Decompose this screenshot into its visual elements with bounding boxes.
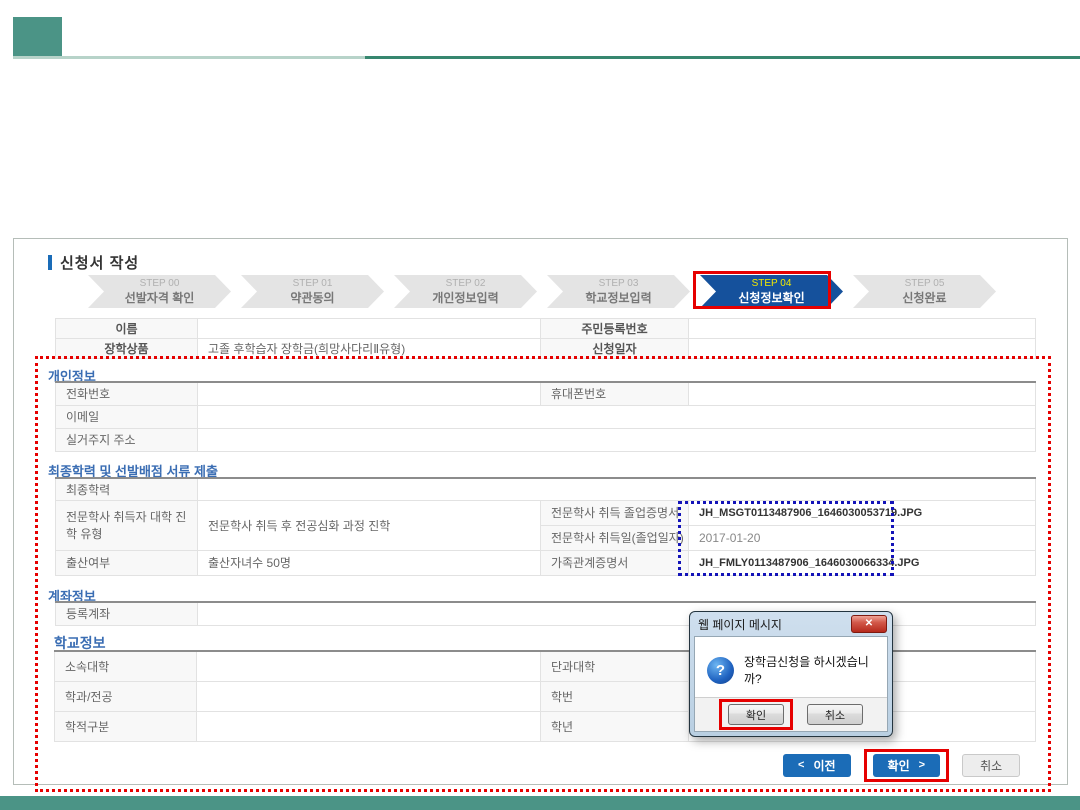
step-03-school-info: STEP 03 학교정보입력 bbox=[547, 275, 690, 308]
brand-logo-block bbox=[13, 17, 62, 59]
step-00-selection-check: STEP 00 선발자격 확인 bbox=[88, 275, 231, 308]
step-02-personal-info: STEP 02 개인정보입력 bbox=[394, 275, 537, 308]
dialog-message-row: ? 장학금신청을 하시겠습니까? bbox=[695, 637, 887, 697]
step-num: STEP 05 bbox=[905, 278, 945, 289]
table-row: 이메일 bbox=[56, 405, 1036, 428]
grad-date-label: 전문학사 취득일(졸업일자) bbox=[541, 525, 689, 550]
university-value bbox=[197, 651, 541, 681]
university-label: 소속대학 bbox=[55, 651, 197, 681]
grad-cert-filename: JH_MSGT0113487906_1646030053719.JPG bbox=[689, 500, 1036, 525]
table-row: 최종학력 bbox=[56, 478, 1036, 500]
product-value: 고졸 후학습자 장학금(희망사다리Ⅱ유형) bbox=[198, 339, 541, 359]
phone-value bbox=[198, 382, 541, 405]
annotation-red-box-dialog-ok: 확인 bbox=[719, 699, 793, 730]
family-cert-label: 가족관계증명서 bbox=[541, 550, 689, 575]
phone-label: 전화번호 bbox=[56, 382, 198, 405]
student-id-label: 학번 bbox=[541, 681, 689, 711]
previous-button[interactable]: < 이전 bbox=[783, 754, 851, 777]
form-action-buttons: < 이전 확인 > 취소 bbox=[783, 746, 1020, 784]
header-divider-light bbox=[13, 56, 365, 59]
step-num: STEP 02 bbox=[446, 278, 486, 289]
name-value bbox=[198, 319, 541, 339]
dialog-body: ? 장학금신청을 하시겠습니까? 확인 취소 bbox=[694, 636, 888, 732]
product-label: 장학상품 bbox=[56, 339, 198, 359]
step-num: STEP 04 bbox=[752, 278, 792, 289]
dialog-title: 웹 페이지 메시지 bbox=[694, 616, 782, 633]
step-progress-bar: STEP 00 선발자격 확인 STEP 01 약관동의 STEP 02 개인정… bbox=[88, 275, 996, 308]
dialog-ok-button[interactable]: 확인 bbox=[728, 704, 784, 725]
final-edu-label: 최종학력 bbox=[56, 478, 198, 500]
table-row: 전화번호 휴대폰번호 bbox=[56, 382, 1036, 405]
table-row: 전문학사 취득자 대학 진학 유형 전문학사 취득 후 전공심화 과정 진학 전… bbox=[56, 500, 1036, 525]
footer-bar bbox=[0, 796, 1080, 810]
dialog-cancel-button[interactable]: 취소 bbox=[807, 704, 863, 725]
birth-label: 출산여부 bbox=[56, 550, 198, 575]
confirm-button[interactable]: 확인 > bbox=[873, 754, 941, 777]
rrn-value bbox=[689, 319, 1036, 339]
registered-account-value bbox=[198, 602, 1036, 625]
email-value bbox=[198, 405, 1036, 428]
step-label: 약관동의 bbox=[290, 289, 334, 306]
question-icon: ? bbox=[707, 657, 734, 684]
grade-label: 학년 bbox=[541, 711, 689, 741]
enrollment-status-label: 학적구분 bbox=[55, 711, 197, 741]
step-04-confirm-info-active: STEP 04 신청정보확인 bbox=[700, 275, 843, 308]
step-label: 신청정보확인 bbox=[738, 289, 804, 306]
step-num: STEP 00 bbox=[140, 278, 180, 289]
webpage-message-dialog: 웹 페이지 메시지 ✕ ? 장학금신청을 하시겠습니까? 확인 취소 bbox=[689, 611, 893, 737]
grad-date-value: 2017-01-20 bbox=[689, 525, 1036, 550]
cancel-button[interactable]: 취소 bbox=[962, 754, 1020, 777]
dialog-titlebar: 웹 페이지 메시지 ✕ bbox=[694, 612, 888, 636]
step-num: STEP 01 bbox=[293, 278, 333, 289]
date-label: 신청일자 bbox=[541, 339, 689, 359]
step-label: 선발자격 확인 bbox=[125, 289, 195, 306]
table-row: 출산여부 출산자녀수 50명 가족관계증명서 JH_FMLY0113487906… bbox=[56, 550, 1036, 575]
step-05-complete: STEP 05 신청완료 bbox=[853, 275, 996, 308]
close-icon[interactable]: ✕ bbox=[851, 615, 887, 633]
chevron-left-icon: < bbox=[798, 759, 804, 771]
header-divider-dark bbox=[365, 56, 1080, 59]
grad-cert-label: 전문학사 취득 졸업증명서 bbox=[541, 500, 689, 525]
summary-table: 이름 주민등록번호 장학상품 고졸 후학습자 장학금(희망사다리Ⅱ유형) 신청일… bbox=[55, 318, 1036, 359]
previous-button-label: 이전 bbox=[813, 757, 835, 774]
address-value bbox=[198, 428, 1036, 451]
step-label: 개인정보입력 bbox=[432, 289, 498, 306]
step-label: 학교정보입력 bbox=[585, 289, 651, 306]
enrollment-status-value bbox=[197, 711, 541, 741]
entry-type-value: 전문학사 취득 후 전공심화 과정 진학 bbox=[198, 500, 541, 550]
final-edu-value bbox=[198, 478, 1036, 500]
annotation-red-box-confirm: 확인 > bbox=[864, 749, 950, 782]
page-title-wrap: 신청서 작성 bbox=[48, 252, 139, 273]
confirm-button-label: 확인 bbox=[888, 757, 910, 774]
mobile-value bbox=[689, 382, 1036, 405]
family-cert-filename: JH_FMLY0113487906_1646030066334.JPG bbox=[689, 550, 1036, 575]
dialog-buttons: 확인 취소 bbox=[695, 697, 887, 731]
table-row: 장학상품 고졸 후학습자 장학금(희망사다리Ⅱ유형) 신청일자 bbox=[56, 339, 1036, 359]
address-label: 실거주지 주소 bbox=[56, 428, 198, 451]
step-num: STEP 03 bbox=[599, 278, 639, 289]
email-label: 이메일 bbox=[56, 405, 198, 428]
major-value bbox=[197, 681, 541, 711]
chevron-right-icon: > bbox=[919, 759, 925, 771]
major-label: 학과/전공 bbox=[55, 681, 197, 711]
step-01-terms: STEP 01 약관동의 bbox=[241, 275, 384, 308]
table-row: 이름 주민등록번호 bbox=[56, 319, 1036, 339]
step-label: 신청완료 bbox=[902, 289, 946, 306]
college-label: 단과대학 bbox=[541, 651, 689, 681]
name-label: 이름 bbox=[56, 319, 198, 339]
rrn-label: 주민등록번호 bbox=[541, 319, 689, 339]
table-row: 실거주지 주소 bbox=[56, 428, 1036, 451]
date-value bbox=[689, 339, 1036, 359]
dialog-message: 장학금신청을 하시겠습니까? bbox=[744, 653, 875, 687]
education-table: 최종학력 전문학사 취득자 대학 진학 유형 전문학사 취득 후 전공심화 과정… bbox=[55, 477, 1036, 576]
mobile-label: 휴대폰번호 bbox=[541, 382, 689, 405]
birth-value: 출산자녀수 50명 bbox=[198, 550, 541, 575]
personal-info-table: 전화번호 휴대폰번호 이메일 실거주지 주소 bbox=[55, 381, 1036, 452]
entry-type-label: 전문학사 취득자 대학 진학 유형 bbox=[56, 500, 198, 550]
page-title: 신청서 작성 bbox=[60, 252, 139, 273]
registered-account-label: 등록계좌 bbox=[56, 602, 198, 625]
title-accent-bar bbox=[48, 255, 52, 270]
